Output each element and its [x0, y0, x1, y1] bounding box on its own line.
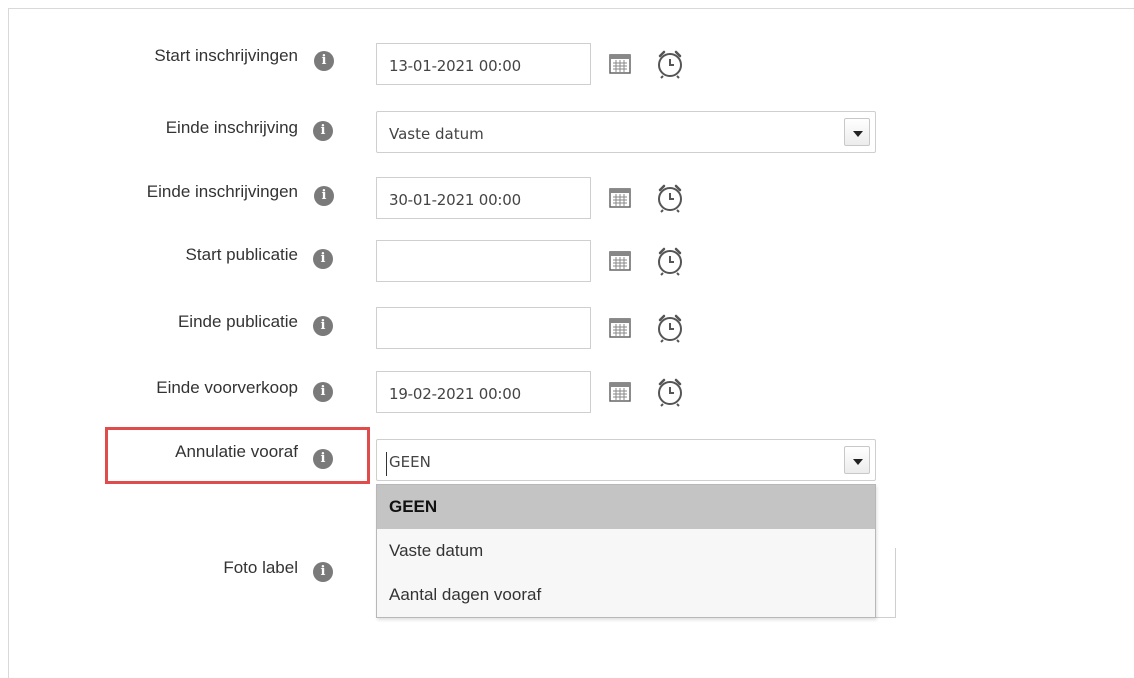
field-label: Foto label [223, 558, 298, 577]
info-icon[interactable]: i [313, 449, 333, 469]
einde-inschrijving-select[interactable]: Vaste datum [376, 111, 876, 153]
field-label: Start inschrijvingen [154, 46, 298, 65]
dropdown-option-aantal-dagen-vooraf[interactable]: Aantal dagen vooraf [377, 573, 875, 617]
field-label: Einde voorverkoop [156, 378, 298, 397]
calendar-icon[interactable] [609, 318, 631, 338]
field-einde-voorverkoop: Einde voorverkoop i 19-02-2021 00:00 [0, 368, 1134, 418]
info-icon[interactable]: i [313, 562, 333, 582]
annulatie-dropdown-list: GEEN Vaste datum Aantal dagen vooraf [376, 484, 876, 618]
dropdown-option-vaste-datum[interactable]: Vaste datum [377, 529, 875, 573]
select-value: GEEN [389, 453, 431, 471]
info-icon[interactable]: i [313, 382, 333, 402]
field-einde-inschrijving: Einde inschrijving i Vaste datum [0, 108, 1134, 158]
calendar-icon[interactable] [609, 251, 631, 271]
field-label: Einde inschrijvingen [146, 182, 298, 201]
info-icon[interactable]: i [314, 186, 334, 206]
field-label: Annulatie vooraf [175, 442, 298, 461]
field-label: Einde inschrijving [165, 118, 298, 137]
text-cursor [386, 452, 387, 476]
field-label: Start publicatie [185, 245, 298, 264]
clock-icon[interactable] [655, 313, 685, 343]
annulatie-vooraf-select[interactable]: GEEN [376, 439, 876, 481]
clock-icon[interactable] [655, 183, 685, 213]
field-einde-inschrijvingen: Einde inschrijvingen i 30-01-2021 00:00 [0, 174, 1134, 224]
info-icon[interactable]: i [314, 51, 334, 71]
start-inschrijvingen-input[interactable]: 13-01-2021 00:00 [376, 43, 591, 85]
calendar-icon[interactable] [609, 382, 631, 402]
select-value: Vaste datum [389, 125, 484, 143]
field-start-inschrijvingen: Start inschrijvingen i 13-01-2021 00:00 [0, 40, 1134, 90]
calendar-icon[interactable] [609, 188, 631, 208]
field-start-publicatie: Start publicatie i [0, 237, 1134, 287]
einde-inschrijvingen-input[interactable]: 30-01-2021 00:00 [376, 177, 591, 219]
einde-publicatie-input[interactable] [376, 307, 591, 349]
info-icon[interactable]: i [313, 249, 333, 269]
field-annulatie-vooraf: Annulatie vooraf i GEEN [0, 436, 1134, 486]
einde-voorverkoop-input[interactable]: 19-02-2021 00:00 [376, 371, 591, 413]
clock-icon[interactable] [655, 246, 685, 276]
info-icon[interactable]: i [313, 316, 333, 336]
info-icon[interactable]: i [313, 121, 333, 141]
start-publicatie-input[interactable] [376, 240, 591, 282]
clock-icon[interactable] [655, 377, 685, 407]
calendar-icon[interactable] [609, 54, 631, 74]
field-label: Einde publicatie [177, 312, 298, 331]
dropdown-option-geen[interactable]: GEEN [377, 485, 875, 529]
chevron-down-icon[interactable] [844, 446, 870, 474]
field-einde-publicatie: Einde publicatie i [0, 304, 1134, 354]
clock-icon[interactable] [655, 49, 685, 79]
chevron-down-icon[interactable] [844, 118, 870, 146]
